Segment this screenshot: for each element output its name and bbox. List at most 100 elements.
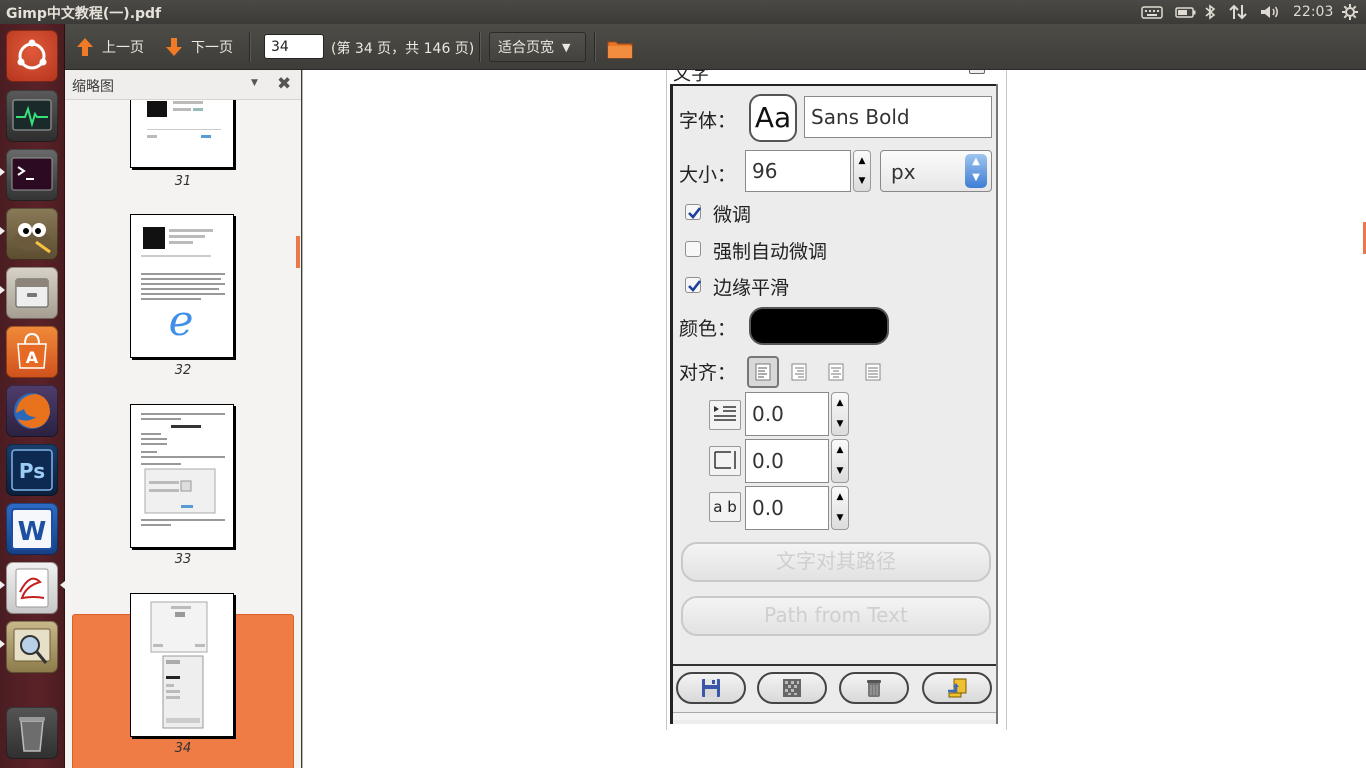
wps-writer-icon[interactable]: W (6, 503, 58, 555)
prev-page-button[interactable]: 上一页 (76, 34, 144, 60)
close-icon[interactable]: ✖ (277, 74, 291, 94)
antialias-checkbox[interactable] (685, 277, 702, 293)
svg-text:W: W (18, 517, 47, 547)
delete-options-button[interactable] (839, 672, 909, 704)
thumbnail-page-33[interactable] (130, 404, 234, 548)
arrow-down-icon (166, 38, 182, 56)
unit-select-value: px (891, 160, 916, 184)
bluetooth-icon[interactable] (1203, 3, 1217, 21)
launcher: A Ps W (0, 24, 65, 768)
text-along-path-button[interactable]: 文字对其路径 (681, 542, 991, 582)
sidebar-title: 缩略图 (72, 79, 114, 95)
save-options-button[interactable] (676, 672, 746, 704)
reset-icon (948, 678, 967, 698)
system-monitor-icon[interactable] (6, 90, 58, 142)
toolbar-separator (594, 32, 595, 62)
file-manager-icon[interactable] (6, 267, 58, 319)
size-label: 大小： (679, 164, 737, 186)
justify-label: 对齐： (679, 362, 737, 384)
font-field[interactable]: Sans Bold (804, 96, 992, 138)
gear-icon[interactable] (1341, 3, 1359, 21)
size-spinner[interactable]: ▲ ▼ (853, 150, 871, 192)
trash-icon[interactable] (6, 707, 58, 759)
restore-options-button[interactable] (757, 672, 827, 704)
line-spacing-icon (709, 446, 741, 476)
window-title: Gimp中文教程(一).pdf (6, 6, 162, 22)
line-spacing-field[interactable]: 0.0 (745, 439, 829, 483)
force-autohint-label: 强制自动微调 (713, 241, 828, 263)
thumbnail-number: 31 (174, 174, 192, 189)
page-count-label: (第 34 页，共 146 页) (331, 41, 475, 57)
save-icon (702, 679, 720, 697)
indent-icon (709, 400, 741, 430)
open-folder-button[interactable] (607, 36, 633, 62)
antialias-label: 边缘平滑 (713, 277, 790, 299)
letter-spacing-icon: a b (709, 492, 741, 522)
network-icon[interactable] (1228, 3, 1248, 21)
sidebar: 缩略图 ▼ ✖ 31 e 32 33 34 (65, 70, 301, 768)
hinting-checkbox[interactable] (685, 204, 702, 220)
document-viewer-icon[interactable] (6, 562, 58, 614)
color-swatch-button[interactable] (749, 307, 889, 345)
zoom-select-value: 适合页宽 (498, 40, 554, 56)
unit-select-stepper: ▲ ▼ (965, 154, 987, 188)
pdf-page: 文字 字体： Aa Sans Bold 大小： 96 ▲▼ px ▲▼ 微调 (666, 70, 1007, 730)
align-left-icon[interactable] (747, 356, 779, 388)
gimp-text-tool-options: 字体： Aa Sans Bold 大小： 96 ▲ ▼ px ▲ ▼ 微调 强制自动… (670, 84, 998, 724)
launcher-running-indicator (0, 640, 5, 648)
toolbar: 上一页 下一页 (第 34 页，共 146 页) 适合页宽 ▼ (65, 24, 1366, 70)
arrow-up-icon (77, 38, 93, 56)
indent-spinner[interactable]: ▲ ▼ (831, 392, 849, 436)
svg-text:A: A (26, 348, 39, 367)
align-center-icon[interactable] (823, 359, 849, 385)
thumbnail-page-34[interactable] (130, 593, 234, 737)
photoshop-icon[interactable]: Ps (6, 444, 58, 496)
firefox-icon[interactable] (6, 385, 58, 437)
launcher-running-indicator (0, 286, 5, 294)
battery-icon[interactable] (1175, 3, 1197, 21)
thumbnail-page-31[interactable] (130, 100, 234, 168)
document-view[interactable]: 文字 字体： Aa Sans Bold 大小： 96 ▲▼ px ▲▼ 微调 (302, 70, 1366, 768)
folder-icon (607, 41, 633, 59)
keyboard-icon[interactable] (1141, 3, 1163, 21)
svg-text:Ps: Ps (19, 459, 45, 483)
sidebar-header: 缩略图 ▼ ✖ (65, 70, 301, 100)
thumbnail-number: 32 (174, 363, 192, 378)
volume-icon[interactable] (1259, 3, 1281, 21)
restore-icon (783, 679, 801, 697)
gimp-icon[interactable] (6, 208, 58, 260)
letter-spacing-field[interactable]: 0.0 (745, 486, 829, 530)
terminal-icon[interactable] (6, 149, 58, 201)
top-panel: Gimp中文教程(一).pdf 22:03 (0, 0, 1366, 24)
align-fill-icon[interactable] (860, 359, 886, 385)
trash-icon (867, 680, 881, 697)
font-preview-button[interactable]: Aa (749, 94, 797, 142)
software-center-icon[interactable]: A (6, 326, 58, 378)
launcher-running-indicator (0, 227, 5, 235)
line-spacing-spinner[interactable]: ▲ ▼ (831, 439, 849, 483)
size-field[interactable]: 96 (745, 150, 851, 192)
sidebar-scroll-indicator[interactable] (296, 236, 300, 268)
thumbnail-page-32[interactable]: e (130, 214, 234, 358)
thumbnail-list[interactable]: 31 e 32 33 34 (65, 100, 301, 768)
path-from-text-button[interactable]: Path from Text (681, 596, 991, 636)
zoom-select[interactable]: 适合页宽 ▼ (489, 32, 586, 62)
indent-field[interactable]: 0.0 (745, 392, 829, 436)
letter-spacing-spinner[interactable]: ▲ ▼ (831, 486, 849, 530)
next-page-label: 下一页 (191, 40, 233, 56)
image-viewer-icon[interactable] (6, 621, 58, 673)
hinting-label: 微调 (713, 204, 752, 226)
align-right-icon[interactable] (786, 359, 812, 385)
clock[interactable]: 22:03 (1293, 3, 1333, 21)
page-number-input[interactable] (264, 34, 324, 59)
dash-home-icon[interactable] (6, 30, 58, 82)
reset-options-button[interactable] (922, 672, 992, 704)
unit-select[interactable]: px ▲ ▼ (880, 150, 992, 192)
force-autohint-checkbox[interactable] (685, 241, 701, 257)
sidebar-mode-dropdown[interactable]: ▼ (251, 78, 258, 88)
chevron-down-icon: ▼ (562, 40, 571, 54)
prev-page-label: 上一页 (102, 40, 144, 56)
svg-text:e: e (169, 296, 194, 345)
launcher-running-indicator (0, 581, 5, 589)
next-page-button[interactable]: 下一页 (165, 34, 233, 60)
